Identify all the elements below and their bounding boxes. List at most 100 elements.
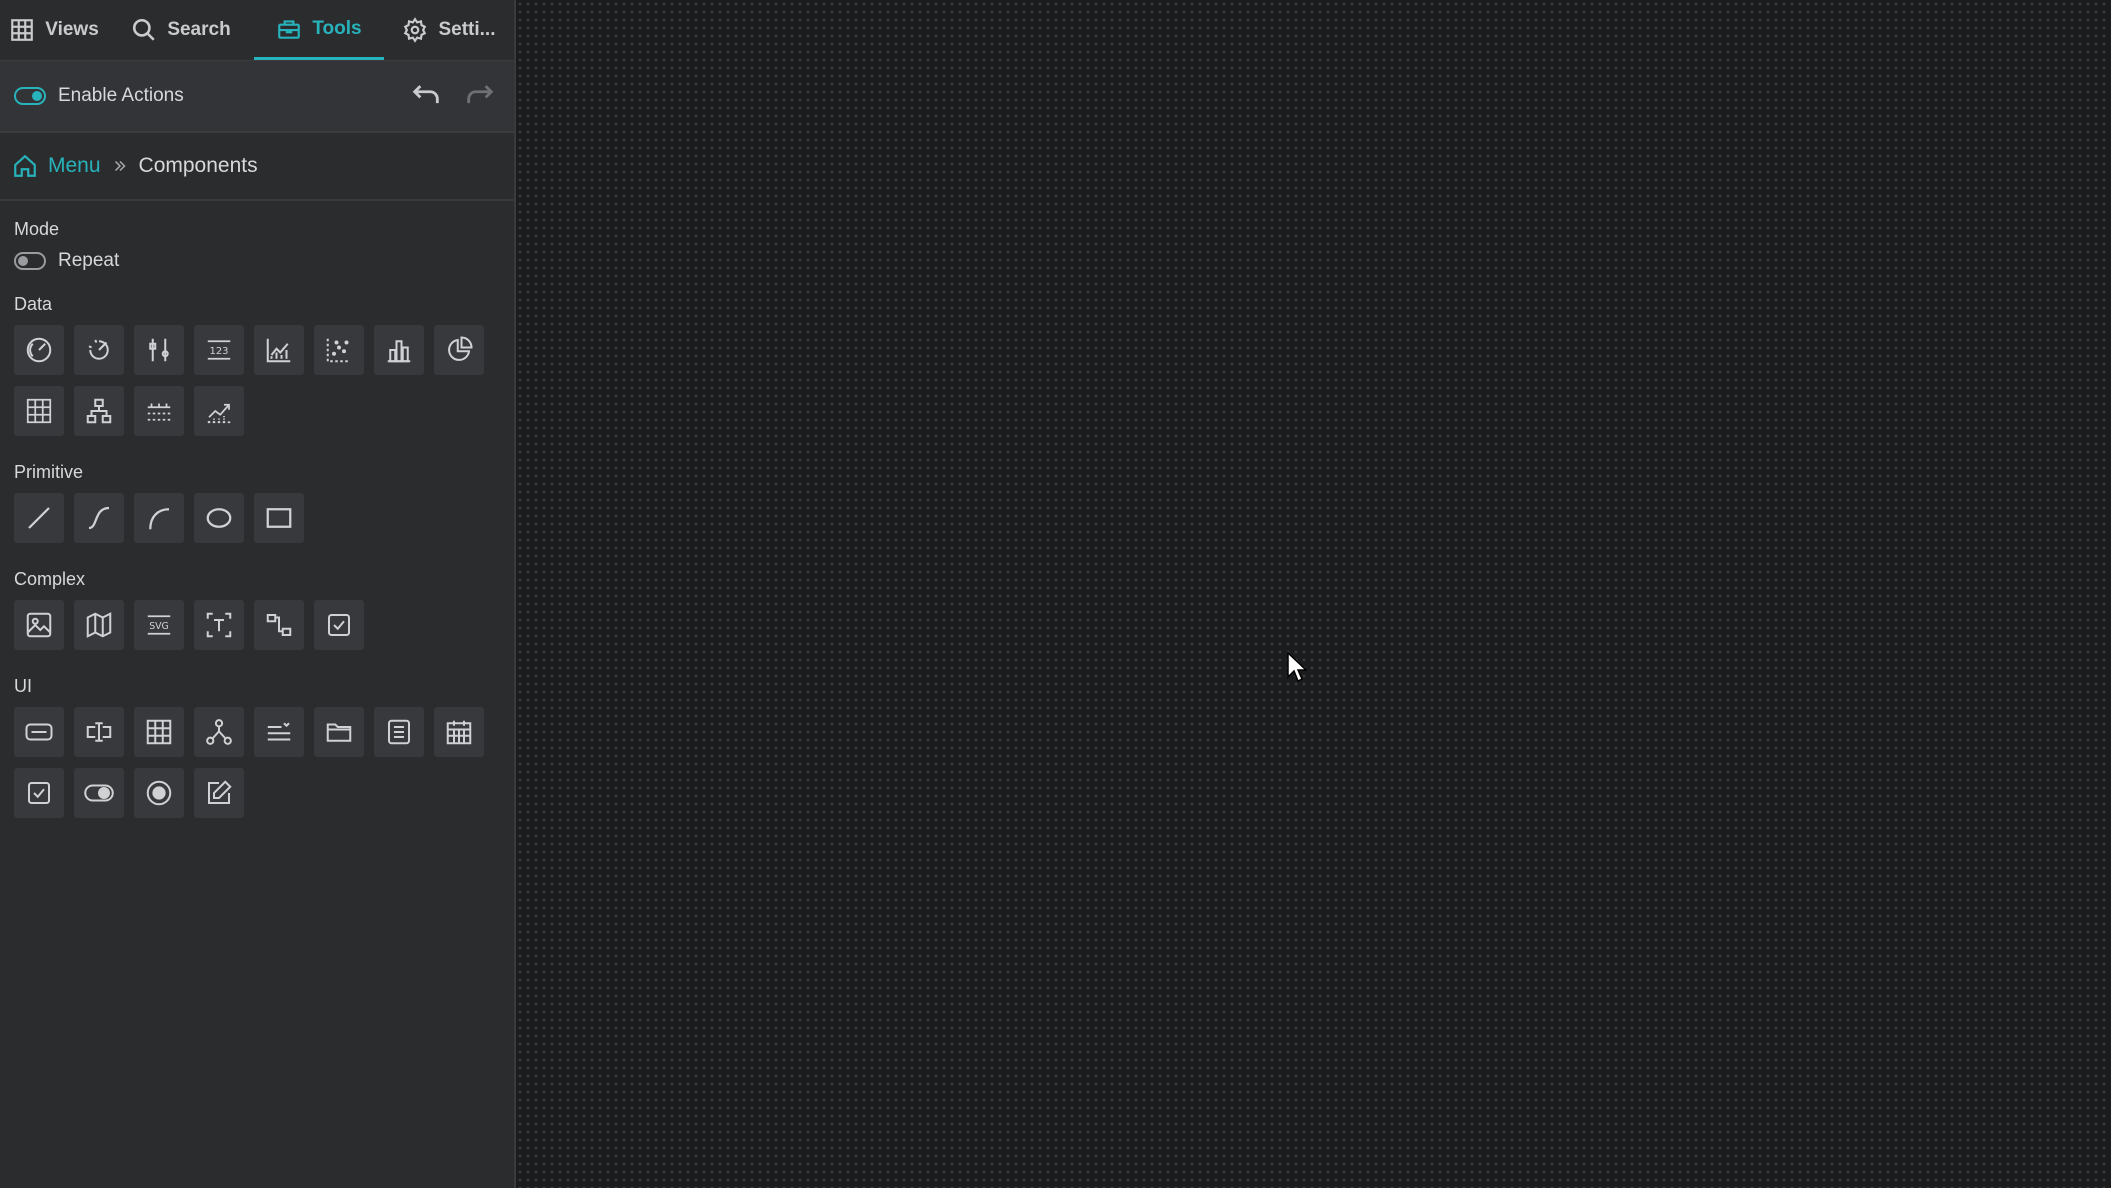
radio-tool[interactable]: [134, 768, 184, 818]
redo-button[interactable]: [460, 76, 500, 116]
calendar-tool[interactable]: [434, 707, 484, 757]
edit-icon: [208, 780, 232, 804]
toolbox-icon: [278, 19, 301, 39]
edit-tool[interactable]: [194, 768, 244, 818]
line-chart-tool[interactable]: [254, 325, 304, 375]
list-filter-tool[interactable]: [254, 707, 304, 757]
line-chart-icon: [266, 338, 291, 363]
table-icon: [146, 719, 172, 745]
tab-settings[interactable]: Setti...: [384, 0, 514, 60]
primitive-section-label: Primitive: [14, 462, 84, 482]
redo-icon: [467, 85, 494, 104]
pie-chart-tool[interactable]: [434, 325, 484, 375]
home-icon[interactable]: [12, 153, 38, 179]
tab-settings-label: Setti...: [438, 19, 496, 40]
folder-tool[interactable]: [314, 707, 364, 757]
timeline-icon: [147, 403, 171, 421]
document-list-icon: [388, 719, 410, 745]
repeat-row: Repeat: [14, 250, 500, 272]
breadcrumb-menu-link[interactable]: Menu: [48, 154, 101, 178]
data-tools-grid: 123: [14, 325, 494, 436]
tab-tools[interactable]: Tools: [254, 0, 384, 60]
svg-icon: SVG: [147, 615, 171, 635]
heatmap-icon: [26, 398, 52, 424]
toggle-icon: [84, 784, 114, 802]
connector-icon: [266, 614, 292, 636]
area-chart-tool[interactable]: [194, 386, 244, 436]
tab-search[interactable]: Search: [108, 0, 254, 60]
hierarchy-icon: [206, 719, 232, 745]
radio-icon: [146, 780, 172, 806]
rectangle-icon: [266, 508, 292, 528]
sliders-tool[interactable]: [134, 325, 184, 375]
pie-chart-icon: [448, 336, 473, 361]
tab-bar: Views Search Tools Setti...: [0, 0, 514, 61]
input-box-icon: [25, 723, 53, 741]
data-section-label: Data: [14, 294, 53, 314]
checklist-icon: [328, 614, 350, 636]
primitive-tools-grid: [14, 493, 494, 543]
gauge-icon: [26, 337, 52, 363]
ui-section-label: UI: [14, 676, 32, 696]
toggle-tool[interactable]: [74, 768, 124, 818]
mode-section-label: Mode: [14, 219, 60, 239]
design-canvas[interactable]: [516, 0, 2111, 1188]
text-frame-tool[interactable]: [194, 600, 244, 650]
number-tool[interactable]: 123: [194, 325, 244, 375]
undo-button[interactable]: [406, 76, 446, 116]
image-tool[interactable]: [14, 600, 64, 650]
tab-tools-label: Tools: [312, 17, 362, 39]
rectangle-tool[interactable]: [254, 493, 304, 543]
svg-tool[interactable]: SVG: [134, 600, 184, 650]
arc-tool[interactable]: [134, 493, 184, 543]
sidebar-panel: Views Search Tools Setti... Enable Actio…: [0, 0, 516, 1188]
toggle-knob: [32, 91, 42, 101]
input-box-tool[interactable]: [14, 707, 64, 757]
tab-views[interactable]: Views: [0, 0, 108, 60]
curve-tool[interactable]: [74, 493, 124, 543]
arc-icon: [149, 508, 170, 530]
line-tool[interactable]: [14, 493, 64, 543]
text-cursor-tool[interactable]: [74, 707, 124, 757]
bar-chart-tool[interactable]: [374, 325, 424, 375]
complex-tools-grid: SVG: [14, 600, 494, 650]
text-cursor-icon: [86, 722, 112, 742]
ellipse-tool[interactable]: [194, 493, 244, 543]
enable-actions-label: Enable Actions: [58, 85, 184, 106]
radial-gauge-tool[interactable]: [74, 325, 124, 375]
calendar-icon: [446, 720, 472, 745]
bar-chart-icon: [387, 340, 411, 363]
heatmap-tool[interactable]: [14, 386, 64, 436]
checklist-tool[interactable]: [314, 600, 364, 650]
map-tool[interactable]: [74, 600, 124, 650]
tab-views-label: Views: [45, 19, 99, 40]
search-icon: [133, 18, 155, 41]
checkbox-icon: [28, 782, 50, 804]
ui-tools-grid: [14, 707, 494, 818]
gauge-tool[interactable]: [14, 325, 64, 375]
line-icon: [28, 507, 50, 529]
svg-text:123: 123: [209, 346, 228, 357]
table-tool[interactable]: [134, 707, 184, 757]
sliders-icon: [149, 338, 169, 362]
grid-icon: [11, 19, 34, 41]
folder-icon: [326, 723, 352, 742]
scatter-chart-tool[interactable]: [314, 325, 364, 375]
scatter-chart-icon: [326, 338, 351, 363]
curve-icon: [88, 506, 110, 530]
undo-icon: [412, 85, 439, 104]
tab-search-label: Search: [167, 19, 231, 40]
document-list-tool[interactable]: [374, 707, 424, 757]
actions-bar: Enable Actions: [0, 61, 514, 133]
repeat-toggle[interactable]: [14, 252, 46, 270]
toggle-knob: [18, 256, 28, 266]
breadcrumb: Menu Components: [0, 133, 514, 201]
timeline-tool[interactable]: [134, 386, 184, 436]
image-icon: [26, 612, 52, 638]
connector-tool[interactable]: [254, 600, 304, 650]
tree-tool[interactable]: [74, 386, 124, 436]
checkbox-tool[interactable]: [14, 768, 64, 818]
hierarchy-tool[interactable]: [194, 707, 244, 757]
complex-section-label: Complex: [14, 569, 86, 589]
enable-actions-toggle[interactable]: [14, 87, 46, 105]
